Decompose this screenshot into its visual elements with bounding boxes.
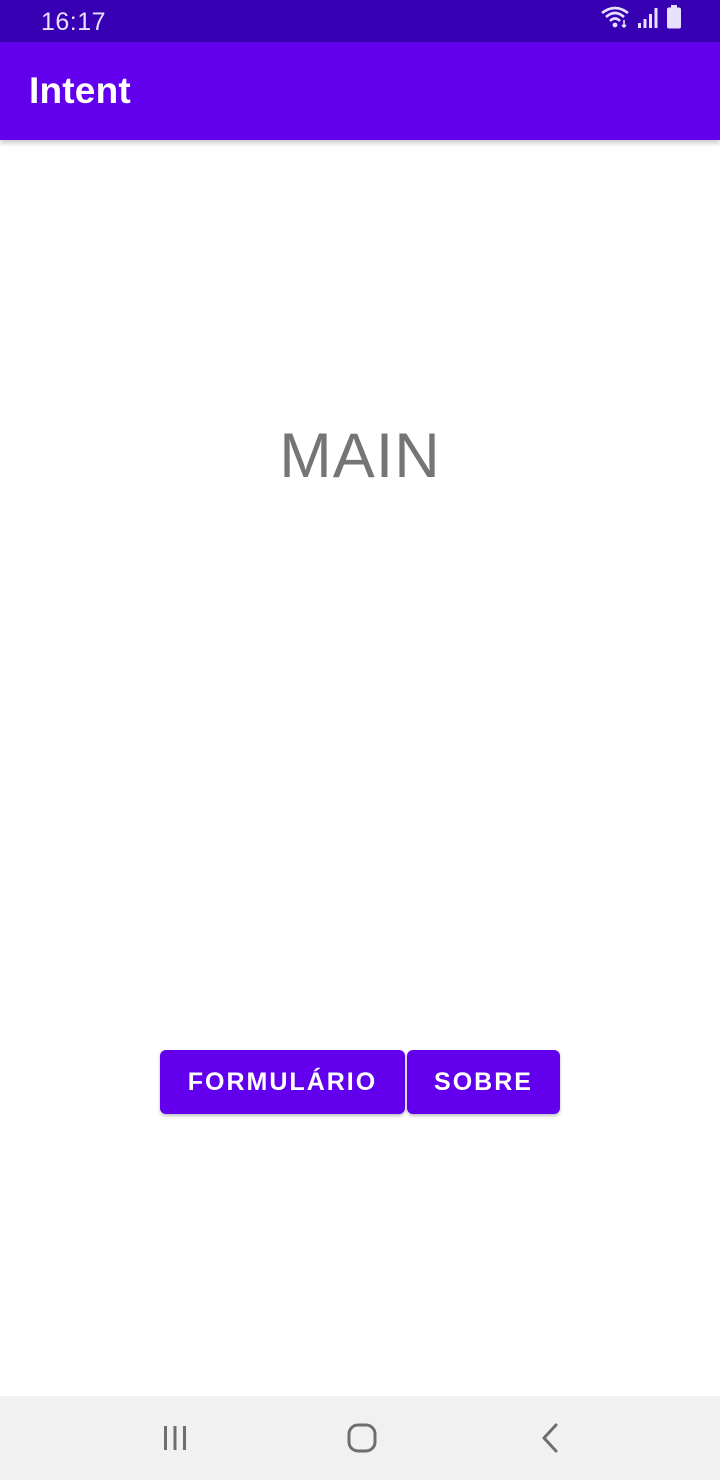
app-bar: Intent [0,42,720,140]
recents-icon[interactable] [155,1418,195,1458]
main-label: MAIN [279,421,441,491]
signal-icon [637,7,659,34]
formulario-button[interactable]: FORMULÁRIO [160,1050,405,1114]
status-bar: 16:17 [0,0,720,42]
status-time: 16:17 [41,8,107,36]
back-icon[interactable] [530,1418,570,1458]
wifi-icon [600,5,630,34]
battery-icon [666,5,682,34]
sobre-button[interactable]: SOBRE [407,1050,560,1114]
navigation-bar [0,1396,720,1480]
app-title: Intent [29,70,131,111]
home-icon[interactable] [342,1418,382,1458]
status-icons [600,5,682,34]
